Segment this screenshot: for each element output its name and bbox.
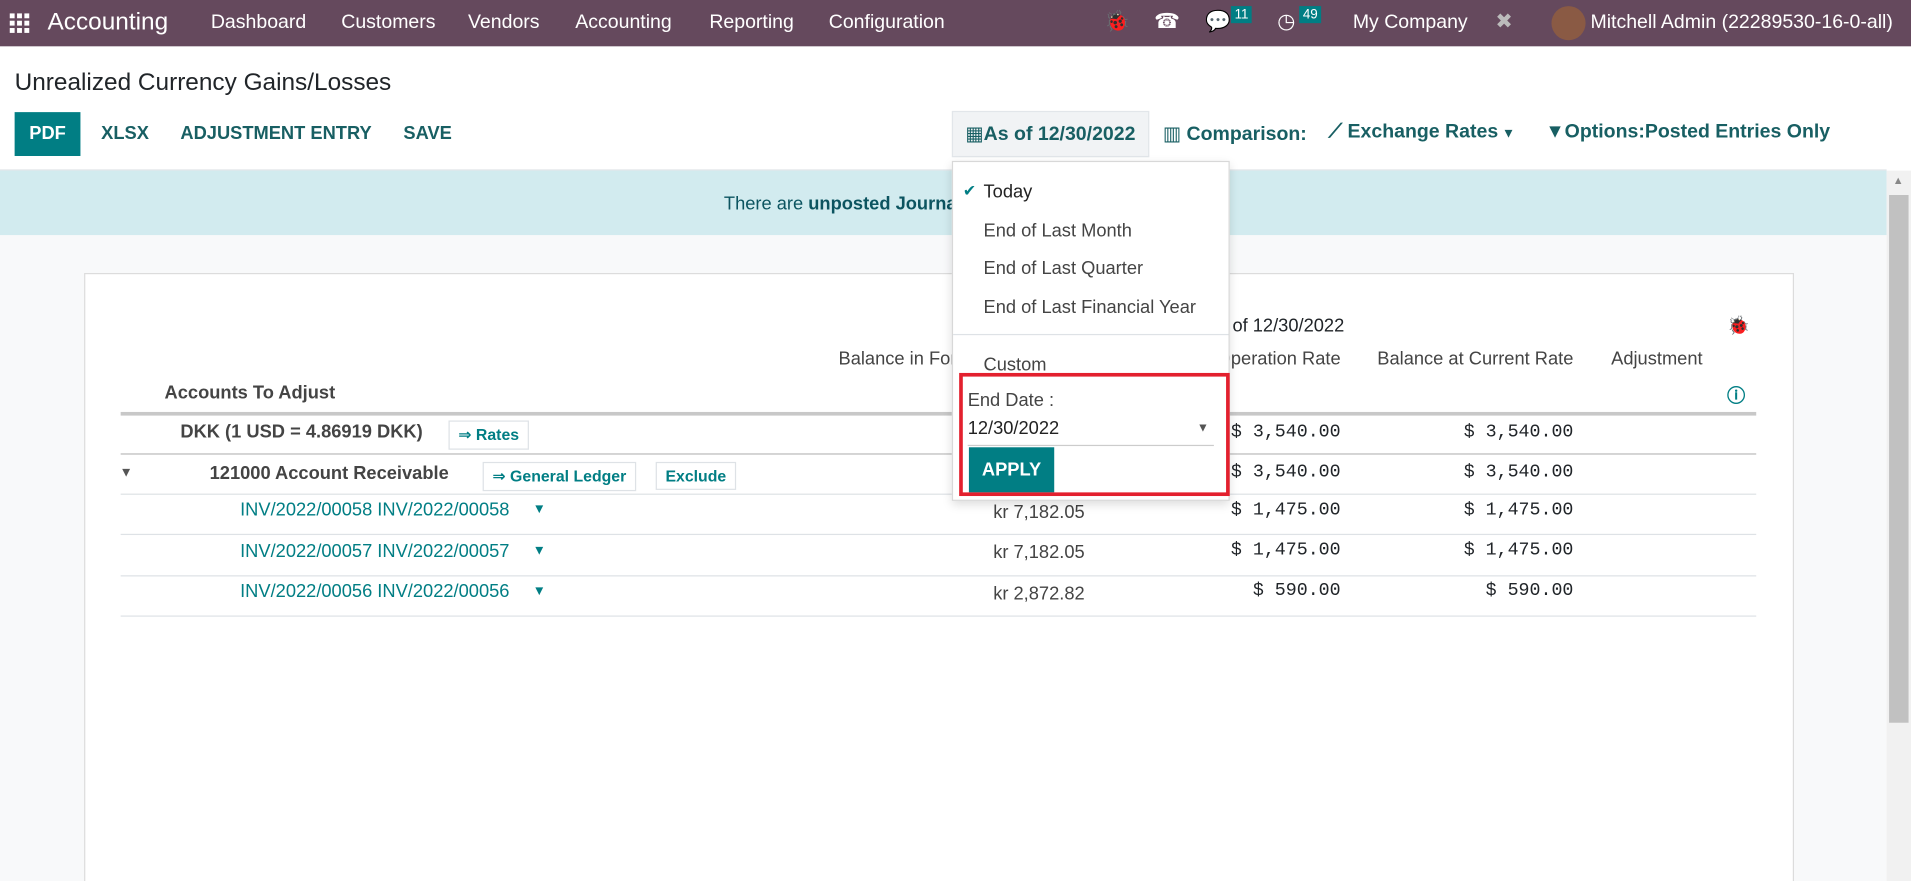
scroll-up-icon[interactable]: ▲ bbox=[1893, 174, 1904, 186]
foreign-balance: kr 7,182.05 bbox=[993, 502, 1085, 523]
general-ledger-button[interactable]: ⇒ General Ledger bbox=[482, 461, 637, 492]
row-divider bbox=[120, 493, 1757, 495]
date-filter-label[interactable]: ▦As of 12/30/2022 bbox=[965, 122, 1135, 146]
operation-balance: $ 590.00 bbox=[1252, 580, 1341, 601]
info-icon[interactable]: ⓘ bbox=[1727, 383, 1745, 409]
rates-button[interactable]: ⇒ Rates bbox=[448, 420, 529, 450]
row-divider bbox=[120, 533, 1757, 536]
menu-dashboard[interactable]: Dashboard bbox=[211, 12, 306, 34]
menu-configuration[interactable]: Configuration bbox=[829, 12, 945, 34]
caret-down-icon[interactable]: ▼ bbox=[533, 544, 546, 559]
top-navbar: Accounting Dashboard Customers Vendors A… bbox=[0, 0, 1911, 47]
menu-item-end-last-quarter[interactable]: End of Last Quarter bbox=[984, 258, 1144, 279]
app-name[interactable]: Accounting bbox=[48, 9, 169, 37]
tools-icon[interactable]: ✖ bbox=[1495, 10, 1512, 34]
line-chart-icon: ⟋ bbox=[1328, 121, 1348, 143]
dropdown-divider bbox=[953, 333, 1229, 336]
currency-operation: $ 3,540.00 bbox=[1230, 421, 1341, 443]
currency-current: $ 3,540.00 bbox=[1463, 421, 1574, 443]
operation-balance: $ 1,475.00 bbox=[1230, 499, 1341, 521]
menu-customers[interactable]: Customers bbox=[341, 12, 435, 34]
foreign-balance: kr 7,182.05 bbox=[993, 542, 1085, 564]
page-title: Unrealized Currency Gains/Losses bbox=[14, 69, 392, 97]
invoice-link[interactable]: INV/2022/00056 INV/2022/00056 bbox=[240, 581, 509, 602]
col-adjustment: Adjustment bbox=[1611, 348, 1703, 370]
xlsx-button[interactable]: XLSX bbox=[101, 112, 149, 156]
bug-icon[interactable]: 🐞 bbox=[1104, 10, 1130, 34]
menu-item-end-last-financial-year[interactable]: End of Last Financial Year bbox=[984, 297, 1196, 318]
invoice-link[interactable]: INV/2022/00057 INV/2022/00057 bbox=[240, 541, 509, 562]
apps-menu-icon[interactable] bbox=[9, 13, 30, 33]
menu-reporting[interactable]: Reporting bbox=[709, 12, 794, 34]
current-balance: $ 590.00 bbox=[1485, 580, 1574, 601]
currency-row-label: DKK (1 USD = 4.86919 DKK) bbox=[180, 421, 423, 443]
header-divider bbox=[120, 411, 1757, 416]
company-switcher[interactable]: My Company bbox=[1353, 12, 1468, 34]
messages-badge: 11 bbox=[1230, 6, 1253, 24]
col-accounts: Accounts To Adjust bbox=[164, 382, 336, 404]
clock-icon[interactable]: ◷ bbox=[1277, 10, 1295, 34]
menu-item-today[interactable]: Today bbox=[984, 182, 1033, 203]
row-divider bbox=[120, 615, 1757, 617]
menu-vendors[interactable]: Vendors bbox=[468, 12, 540, 34]
operation-balance: $ 1,475.00 bbox=[1230, 539, 1341, 561]
scrollbar-thumb[interactable] bbox=[1889, 195, 1909, 723]
col-current: Balance at Current Rate bbox=[1377, 348, 1574, 370]
current-balance: $ 1,475.00 bbox=[1463, 539, 1574, 561]
current-balance: $ 1,475.00 bbox=[1463, 499, 1574, 521]
account-operation: $ 3,540.00 bbox=[1230, 461, 1341, 483]
highlight-box bbox=[959, 372, 1230, 497]
caret-down-icon[interactable]: ▼ bbox=[533, 584, 546, 599]
user-menu[interactable]: Mitchell Admin (22289530-16-0-all) bbox=[1590, 12, 1892, 34]
exchange-rates-filter[interactable]: ⟋ Exchange Rates ▼ bbox=[1328, 122, 1515, 144]
account-current: $ 3,540.00 bbox=[1463, 461, 1574, 483]
chat-icon[interactable]: 💬 bbox=[1205, 10, 1231, 34]
unposted-entries-banner: There are unposted Journal Entries bbox=[0, 170, 1887, 236]
invoice-link[interactable]: INV/2022/00058 INV/2022/00058 bbox=[240, 500, 509, 521]
row-divider bbox=[120, 575, 1757, 577]
comparison-filter[interactable]: ▥ Comparison: bbox=[1163, 122, 1307, 146]
foreign-balance: kr 2,872.82 bbox=[993, 583, 1085, 605]
account-row-label[interactable]: 121000 Account Receivable bbox=[210, 463, 449, 484]
activities-badge: 49 bbox=[1299, 6, 1322, 24]
adjustment-entry-button[interactable]: ADJUSTMENT ENTRY bbox=[180, 112, 371, 156]
exclude-button[interactable]: Exclude bbox=[655, 461, 736, 490]
calendar-icon: ▦ bbox=[965, 124, 984, 146]
menu-accounting[interactable]: Accounting bbox=[575, 12, 671, 34]
menu-item-end-last-month[interactable]: End of Last Month bbox=[984, 221, 1132, 242]
save-button[interactable]: SAVE bbox=[403, 112, 451, 156]
bar-chart-icon: ▥ bbox=[1162, 124, 1187, 146]
caret-down-icon: ▼ bbox=[1498, 126, 1516, 142]
pdf-button[interactable]: PDF bbox=[14, 112, 81, 156]
phone-icon[interactable]: ☎ bbox=[1154, 10, 1180, 34]
check-icon: ✔ bbox=[962, 181, 977, 200]
collapse-caret-icon[interactable]: ▼ bbox=[119, 466, 132, 481]
filter-icon: ▼ bbox=[1545, 121, 1565, 143]
row-divider bbox=[120, 453, 1757, 455]
options-filter[interactable]: ▼Options:Posted Entries Only bbox=[1545, 122, 1830, 144]
avatar[interactable] bbox=[1551, 6, 1586, 41]
debug-bug-icon[interactable]: 🐞 bbox=[1727, 314, 1750, 337]
caret-down-icon[interactable]: ▼ bbox=[533, 502, 546, 517]
